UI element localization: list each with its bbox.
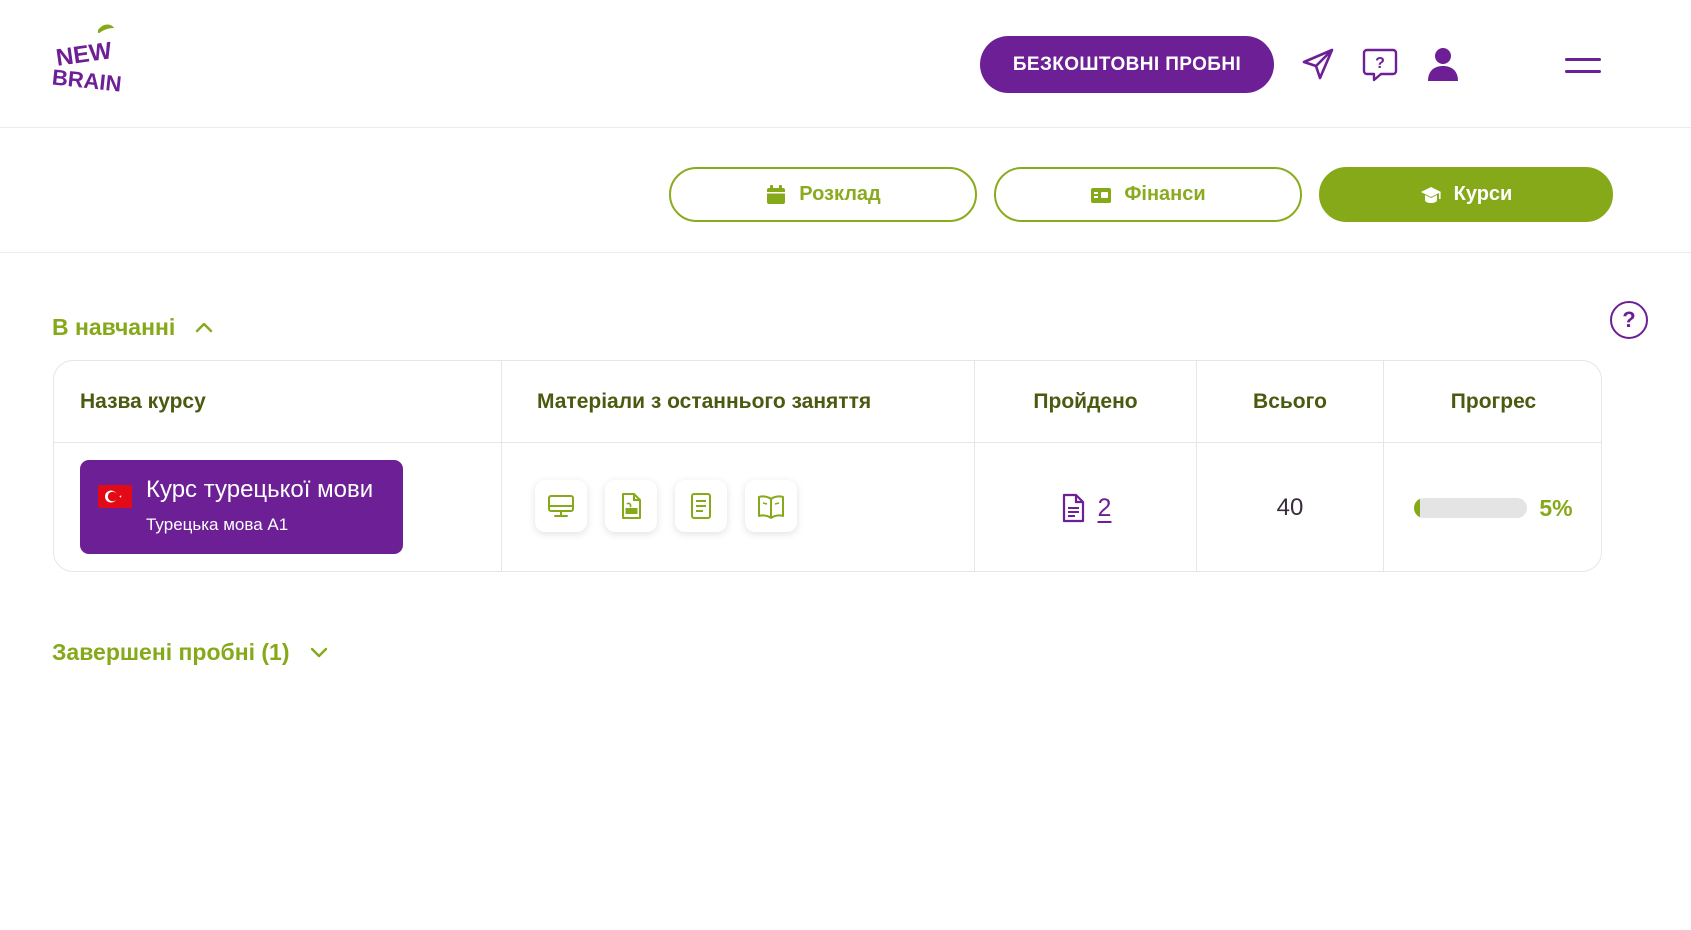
table-header: Назва курсу Матеріали з останнього занят… — [54, 361, 1601, 443]
course-level: Турецька мова А1 — [146, 515, 289, 534]
total-count: 40 — [1276, 494, 1304, 521]
completed-trials-title: Завершені пробні (1) — [52, 638, 290, 665]
svg-text:?: ? — [1375, 55, 1385, 72]
wallet-icon — [1091, 187, 1112, 203]
cell-passed: 2 — [974, 443, 1196, 571]
pdf-icon[interactable] — [605, 480, 657, 532]
course-name: Курс турецької мови — [146, 476, 374, 503]
presentation-icon[interactable] — [535, 480, 587, 532]
tab-schedule-label: Розклад — [799, 183, 881, 205]
menu-icon[interactable] — [1560, 50, 1606, 82]
graduation-cap-icon — [1420, 186, 1441, 203]
progress-indicator: 5% — [1414, 494, 1573, 522]
notes-icon[interactable] — [675, 480, 727, 532]
document-icon — [1062, 493, 1084, 523]
tab-courses[interactable]: Курси — [1319, 167, 1613, 222]
tab-courses-label: Курси — [1453, 183, 1513, 205]
progress-percent: 5% — [1539, 494, 1573, 521]
column-materials: Матеріали з останнього заняття — [537, 389, 872, 413]
courses-table: Назва курсу Матеріали з останнього занят… — [53, 360, 1602, 572]
column-total: Всього — [1253, 389, 1327, 413]
column-course: Назва курсу — [80, 389, 206, 413]
in-study-toggle[interactable]: В навчанні — [52, 310, 215, 344]
header-cell-total: Всього — [1196, 361, 1383, 442]
materials-list — [535, 480, 797, 532]
chevron-down-icon — [310, 647, 327, 658]
book-icon[interactable] — [745, 480, 797, 532]
turkey-flag — [98, 485, 132, 508]
in-study-title: В навчанні — [52, 313, 176, 340]
chat-help-icon[interactable]: ? — [1358, 42, 1402, 86]
chevron-up-icon — [196, 322, 213, 333]
cell-total: 40 — [1196, 443, 1383, 571]
progress-bar — [1414, 498, 1528, 518]
page: NEW BRAIN БЕЗКОШТОВНІ ПРОБНІ ? Розклад Ф… — [0, 0, 1691, 930]
completed-trials-toggle[interactable]: Завершені пробні (1) — [52, 635, 330, 669]
header-cell-materials: Матеріали з останнього заняття — [501, 361, 974, 442]
top-header: NEW BRAIN БЕЗКОШТОВНІ ПРОБНІ ? — [0, 0, 1691, 128]
help-icon[interactable]: ? — [1610, 301, 1648, 339]
free-trials-button[interactable]: БЕЗКОШТОВНІ ПРОБНІ — [980, 36, 1274, 93]
header-cell-progress: Прогрес — [1383, 361, 1601, 442]
tab-finance[interactable]: Фінанси — [994, 167, 1302, 222]
header-cell-course: Назва курсу — [54, 361, 501, 442]
progress-bar-fill — [1414, 498, 1421, 518]
passed-lessons-link[interactable]: 2 — [1060, 493, 1112, 523]
cell-materials — [501, 443, 974, 571]
header-cell-passed: Пройдено — [974, 361, 1196, 442]
cabinet-tabs: Розклад Фінанси Курси — [0, 128, 1691, 253]
table-row: Курс турецької мови Турецька мова А1 2 4… — [54, 443, 1601, 571]
tab-schedule[interactable]: Розклад — [669, 167, 977, 222]
calendar-icon — [767, 184, 786, 204]
newbrain-logo[interactable]: NEW BRAIN — [46, 22, 124, 104]
column-passed: Пройдено — [1033, 389, 1138, 413]
column-progress: Прогрес — [1450, 389, 1537, 413]
tab-finance-label: Фінанси — [1124, 183, 1206, 205]
course-card[interactable]: Курс турецької мови Турецька мова А1 — [80, 460, 403, 554]
cell-progress: 5% — [1383, 443, 1601, 571]
passed-count: 2 — [1097, 493, 1112, 522]
user-icon[interactable] — [1421, 42, 1465, 86]
cell-course: Курс турецької мови Турецька мова А1 — [54, 443, 501, 571]
send-icon[interactable] — [1296, 42, 1340, 86]
